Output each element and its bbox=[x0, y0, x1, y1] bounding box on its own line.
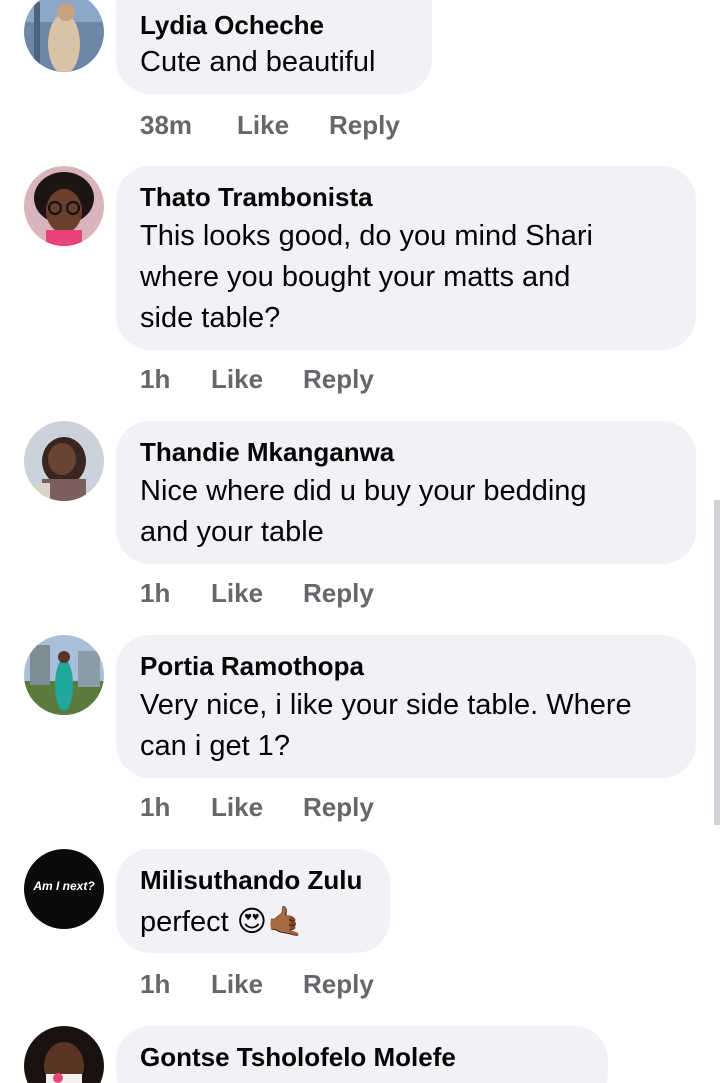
comment-text: perfect 😍🤙🏾 bbox=[140, 906, 304, 938]
comment-text: Cute and beautiful bbox=[140, 46, 376, 78]
comment-text-line: and your table bbox=[140, 516, 324, 548]
reply-button[interactable]: Reply bbox=[329, 110, 400, 141]
comment-bubble: Thandie Mkanganwa Nice where did u buy y… bbox=[116, 421, 696, 564]
avatar[interactable] bbox=[24, 166, 104, 246]
comment-text: Nice where did u buy your bedding and yo… bbox=[140, 471, 676, 553]
like-button[interactable]: Like bbox=[211, 792, 263, 823]
comment-text: This looks good, do you mind Shari where… bbox=[140, 216, 676, 339]
comment-bubble: Portia Ramothopa Very nice, i like your … bbox=[116, 635, 696, 778]
comment-author[interactable]: Gontse Tsholofelo Molefe bbox=[140, 1042, 456, 1073]
like-button[interactable]: Like bbox=[211, 364, 263, 395]
scrollbar[interactable] bbox=[714, 500, 720, 825]
comment-bubble: Lydia Ocheche Cute and beautiful bbox=[116, 0, 432, 94]
comment-time[interactable]: 1h bbox=[140, 969, 170, 1000]
comments-thread: Lydia Ocheche Cute and beautiful 38m Lik… bbox=[0, 0, 720, 1083]
comment-time[interactable]: 1h bbox=[140, 792, 170, 823]
comment-text-line: where you bought your matts and bbox=[140, 261, 571, 293]
comment-text: Very nice, i like your side table. Where… bbox=[140, 685, 676, 767]
comment-author[interactable]: Lydia Ocheche bbox=[140, 10, 324, 41]
comment-bubble: Thato Trambonista This looks good, do yo… bbox=[116, 166, 696, 350]
reply-button[interactable]: Reply bbox=[303, 969, 374, 1000]
comment-author[interactable]: Milisuthando Zulu bbox=[140, 865, 362, 896]
comment-author[interactable]: Thandie Mkanganwa bbox=[140, 437, 394, 468]
comment-text-line: Very nice, i like your side table. Where bbox=[140, 689, 632, 721]
comment-bubble: Gontse Tsholofelo Molefe bbox=[116, 1026, 608, 1083]
comment-text-line: side table? bbox=[140, 302, 281, 334]
comment-author[interactable]: Thato Trambonista bbox=[140, 182, 373, 213]
avatar[interactable] bbox=[24, 0, 104, 72]
like-button[interactable]: Like bbox=[211, 969, 263, 1000]
avatar[interactable]: Am I next? bbox=[24, 849, 104, 929]
comment-text-line: Nice where did u buy your bedding bbox=[140, 475, 587, 507]
like-button[interactable]: Like bbox=[237, 110, 289, 141]
avatar-caption: Am I next? bbox=[33, 879, 95, 893]
comment-time[interactable]: 1h bbox=[140, 364, 170, 395]
comment-text-line: can i get 1? bbox=[140, 730, 290, 762]
comment-time[interactable]: 1h bbox=[140, 578, 170, 609]
comment-time[interactable]: 38m bbox=[140, 110, 192, 141]
avatar[interactable] bbox=[24, 421, 104, 501]
like-button[interactable]: Like bbox=[211, 578, 263, 609]
avatar[interactable] bbox=[24, 1026, 104, 1083]
reply-button[interactable]: Reply bbox=[303, 578, 374, 609]
avatar[interactable] bbox=[24, 635, 104, 715]
reply-button[interactable]: Reply bbox=[303, 364, 374, 395]
comment-text-line: This looks good, do you mind Shari bbox=[140, 220, 593, 252]
reply-button[interactable]: Reply bbox=[303, 792, 374, 823]
comment-author[interactable]: Portia Ramothopa bbox=[140, 651, 364, 682]
comment-bubble: Milisuthando Zulu perfect 😍🤙🏾 bbox=[116, 849, 390, 953]
